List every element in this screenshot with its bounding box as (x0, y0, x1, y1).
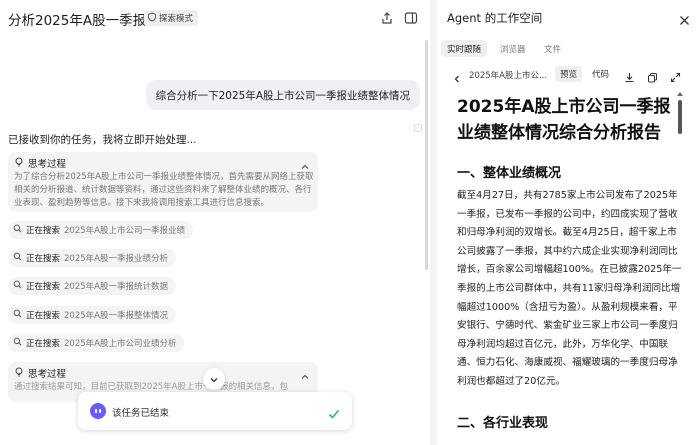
section-heading: 一、整体业绩概况 (457, 166, 562, 181)
search-step-label: 正在搜索 (26, 282, 61, 292)
task-status-bar: 该任务已结束 (78, 392, 352, 430)
tab-files[interactable]: 文件 (544, 40, 561, 57)
chat-header: 分析2025年A股一季报业绩 探索模式 (0, 0, 430, 36)
section-paragraph: 截至4月27日，共有2785家上市公司发布了2025年一季报，已发布一季报的公司… (457, 190, 682, 387)
search-step-query: 2025年A股一季报整体情况 (64, 311, 168, 321)
search-step[interactable]: 正在搜索 2025年A股一季报整体情况 (8, 306, 176, 324)
search-step[interactable]: 正在搜索 2025年A股一季报统计数据 (8, 277, 176, 295)
toggle-panel-icon[interactable] (404, 10, 418, 24)
chevron-left-icon[interactable] (452, 69, 462, 83)
search-step[interactable]: 正在搜索 2025年A股上市公司业绩分析 (8, 334, 185, 352)
agent-workspace-panel: Agent 的工作空间 实时跟随 浏览器 文件 2025年A股上市公... 预览… (437, 0, 700, 445)
search-icon (13, 309, 22, 321)
agent-avatar-icon (90, 403, 106, 419)
search-icon (13, 337, 22, 349)
copy-icon[interactable] (647, 68, 658, 83)
search-step[interactable]: 正在搜索 2025年A股一季报业绩分析 (8, 249, 176, 267)
tab-browser[interactable]: 浏览器 (500, 40, 526, 57)
search-step-query: 2025年A股上市公司业绩分析 (64, 339, 177, 349)
search-step-label: 正在搜索 (26, 339, 61, 349)
close-icon[interactable] (679, 11, 690, 25)
document-toolbar: 2025年A股上市公... 预览 代码 (437, 64, 700, 86)
chevron-down-icon (209, 370, 219, 389)
code-button[interactable]: 代码 (587, 66, 614, 82)
chat-scrollbar[interactable] (425, 40, 428, 270)
scroll-to-bottom-button[interactable] (203, 368, 225, 390)
search-icon (13, 280, 22, 292)
scroll-up-arrow-icon[interactable] (677, 92, 683, 96)
assistant-ack: 已接收到你的任务，我将立即开始处理... (8, 134, 197, 146)
thinking-title: 思考过程 (28, 159, 67, 170)
lightbulb-icon (14, 157, 24, 170)
search-step-label: 正在搜索 (26, 254, 61, 264)
thinking-title: 思考过程 (28, 369, 67, 380)
chat-panel: 分析2025年A股一季报业绩 探索模式 综合分析一下2025年A股上市公司一季报… (0, 0, 430, 445)
mode-badge-label: 探索模式 (159, 14, 194, 24)
copy-icon[interactable] (414, 124, 422, 132)
search-icon (13, 252, 22, 264)
chevron-up-icon[interactable] (300, 367, 310, 379)
search-step-query: 2025年A股一季报统计数据 (64, 282, 168, 292)
user-message: 综合分析一下2025年A股上市公司一季报业绩整体情况 (145, 80, 420, 110)
search-step-label: 正在搜索 (26, 226, 61, 236)
document-name: 2025年A股上市公... (469, 71, 548, 81)
explore-mode-badge[interactable]: 探索模式 (144, 10, 199, 26)
section-heading: 二、各行业表现 (457, 416, 549, 431)
search-step-query: 2025年A股上市公司一季报业绩 (64, 226, 185, 236)
expand-icon[interactable] (670, 68, 681, 83)
document-scrollbar[interactable] (678, 100, 682, 134)
document-title: 2025年A股上市公司一季报业绩整体情况综合分析报告 (457, 97, 671, 143)
workspace-title: Agent 的工作空间 (447, 11, 543, 25)
shield-icon (147, 11, 157, 25)
search-icon (13, 224, 22, 236)
document-preview[interactable]: 2025年A股上市公司一季报业绩整体情况综合分析报告 一、整体业绩概况 截至4月… (437, 90, 689, 445)
search-step-label: 正在搜索 (26, 311, 61, 321)
tab-live-follow[interactable]: 实时跟随 (441, 40, 488, 57)
chevron-up-icon[interactable] (300, 157, 310, 169)
search-step-query: 2025年A股一季报业绩分析 (64, 254, 168, 264)
search-step[interactable]: 正在搜索 2025年A股上市公司一季报业绩 (8, 221, 193, 239)
share-icon[interactable] (380, 10, 394, 24)
check-icon (328, 405, 340, 419)
lightbulb-icon (14, 367, 24, 380)
thinking-block[interactable]: 思考过程 为了综合分析2025年A股上市公司一季报业绩整体情况，首先需要从网络上… (8, 152, 318, 212)
thinking-text: 为了综合分析2025年A股上市公司一季报业绩整体情况，首先需要从网络上获取相关的… (14, 172, 314, 208)
task-status-text: 该任务已结束 (112, 408, 170, 419)
preview-button[interactable]: 预览 (555, 66, 583, 82)
download-icon[interactable] (624, 68, 635, 83)
